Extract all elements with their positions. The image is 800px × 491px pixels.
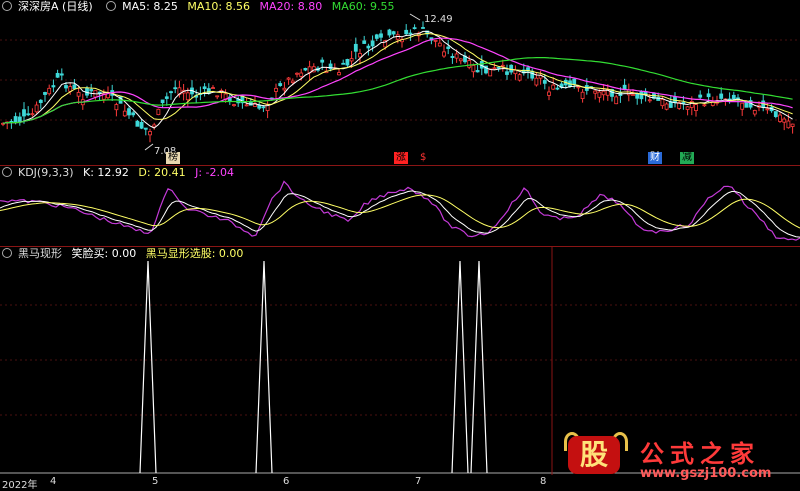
kdj-name[interactable]: KDJ(9,3,3) [18,166,74,179]
ma60-value: MA60: 9.55 [331,0,395,13]
x-tick-apr: 4 [50,476,57,487]
event-marker-cai[interactable]: 财 [648,152,662,164]
ma5-value: MA5: 8.25 [122,0,178,13]
logo-badge: 股 [568,436,620,474]
stock-title[interactable]: 深深房A (日线) [18,0,93,13]
event-marker-jian[interactable]: 减 [680,152,694,164]
x-tick-aug: 8 [540,476,547,487]
signal-spike-3 [451,260,469,474]
logo-title: 公式之家 [640,439,760,468]
xiaolian-value: 笑脸买: 0.00 [71,247,137,260]
heima-value: 黑马显形选股: 0.00 [145,247,244,260]
signal-spike-2 [255,260,273,474]
event-marker-bang[interactable]: 榜 [166,152,180,164]
event-marker-dollar[interactable]: $ [418,152,428,164]
indicator-name[interactable]: 黑马现形 [18,247,62,260]
logo-url: www.gszj100.com [640,466,772,481]
indicator2-settings-icon[interactable] [2,248,12,258]
x-tick-year: 2022年 [2,480,38,491]
kdj-settings-icon[interactable] [2,167,12,177]
event-marker-zhang[interactable]: 涨 [394,152,408,164]
ma-settings-icon[interactable] [106,1,117,11]
site-watermark-logo: 股 公式之家 www.gszj100.com [556,432,800,490]
kdj-d-value: D: 20.41 [138,166,186,179]
x-tick-jun: 6 [283,476,290,487]
signal-spike-4 [470,260,488,474]
ma20-value: MA20: 8.80 [259,0,323,13]
kdj-panel-header: KDJ(9,3,3) K: 12.92 D: 20.41 J: -2.04 [0,166,240,180]
kdj-k-value: K: 12.92 [83,166,129,179]
high-price-label: 12.49 [424,14,453,25]
x-tick-jul: 7 [415,476,422,487]
price-chart[interactable] [0,0,800,165]
indicator-settings-icon[interactable] [2,1,12,11]
price-panel-header: 深深房A (日线) MA5: 8.25 MA10: 8.56 MA20: 8.8… [0,0,400,14]
signal-spike-1 [139,260,157,474]
indicator-panel-header: 黑马现形 笑脸买: 0.00 黑马显形选股: 0.00 [0,247,249,261]
x-tick-may: 5 [152,476,159,487]
kdj-j-value: J: -2.04 [195,166,235,179]
ma10-value: MA10: 8.56 [187,0,251,13]
